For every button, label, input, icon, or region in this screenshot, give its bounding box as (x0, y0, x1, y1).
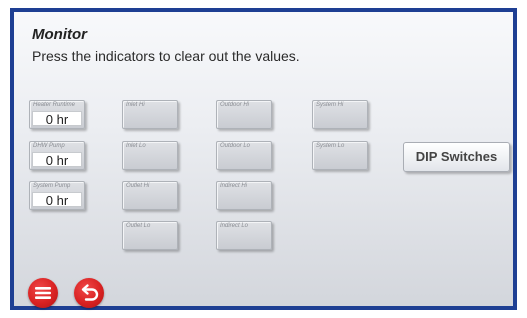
indicator-label: System Pump (33, 183, 71, 189)
indicator-value (315, 111, 365, 126)
indicator-value (125, 111, 175, 126)
back-arrow-icon (81, 284, 99, 301)
indicator-outdoor-hi[interactable]: Outdoor Hi (216, 100, 272, 129)
indicator-label: DHW Pump (33, 143, 65, 149)
indicator-system-pump[interactable]: System Pump 0 hr (29, 181, 85, 210)
indicator-label: Outlet Lo (126, 223, 151, 229)
indicator-outlet-hi[interactable]: Outlet Hi (122, 181, 178, 210)
monitor-screen: Monitor Press the indicators to clear ou… (10, 8, 517, 310)
indicator-label: Outdoor Lo (220, 143, 251, 149)
indicator-value: 0 hr (32, 111, 82, 127)
indicator-indirect-hi[interactable]: Indirect Hi (216, 181, 272, 210)
indicator-label: Outlet Hi (126, 183, 150, 189)
menu-icon (35, 287, 51, 299)
indicator-outdoor-lo[interactable]: Outdoor Lo (216, 141, 272, 170)
indicator-heater-runtime[interactable]: Heater Runtime 0 hr (29, 100, 85, 129)
indicator-label: Inlet Lo (126, 143, 146, 149)
menu-button[interactable] (28, 278, 58, 308)
instruction-text: Press the indicators to clear out the va… (32, 48, 300, 64)
indicator-label: System Hi (316, 102, 344, 108)
indicator-value (315, 152, 365, 167)
indicator-value (125, 192, 175, 207)
dip-switches-button[interactable]: DIP Switches (403, 142, 510, 172)
indicator-value (219, 232, 269, 247)
indicator-value (219, 192, 269, 207)
indicator-value (219, 111, 269, 126)
indicator-system-hi[interactable]: System Hi (312, 100, 368, 129)
indicator-label: Outdoor Hi (220, 102, 250, 108)
indicator-dhw-pump[interactable]: DHW Pump 0 hr (29, 141, 85, 170)
indicator-system-lo[interactable]: System Lo (312, 141, 368, 170)
indicator-inlet-lo[interactable]: Inlet Lo (122, 141, 178, 170)
page-title: Monitor (32, 26, 87, 43)
indicator-value (125, 232, 175, 247)
indicator-value (219, 152, 269, 167)
indicator-value: 0 hr (32, 152, 82, 168)
indicator-indirect-lo[interactable]: Indirect Lo (216, 221, 272, 250)
indicator-label: Indirect Hi (220, 183, 248, 189)
indicator-outlet-lo[interactable]: Outlet Lo (122, 221, 178, 250)
indicator-value (125, 152, 175, 167)
indicator-label: Indirect Lo (220, 223, 249, 229)
indicator-inlet-hi[interactable]: Inlet Hi (122, 100, 178, 129)
indicator-label: Inlet Hi (126, 102, 145, 108)
back-button[interactable] (74, 278, 104, 308)
indicator-value: 0 hr (32, 192, 82, 208)
indicator-label: Heater Runtime (33, 102, 76, 108)
indicator-label: System Lo (316, 143, 345, 149)
